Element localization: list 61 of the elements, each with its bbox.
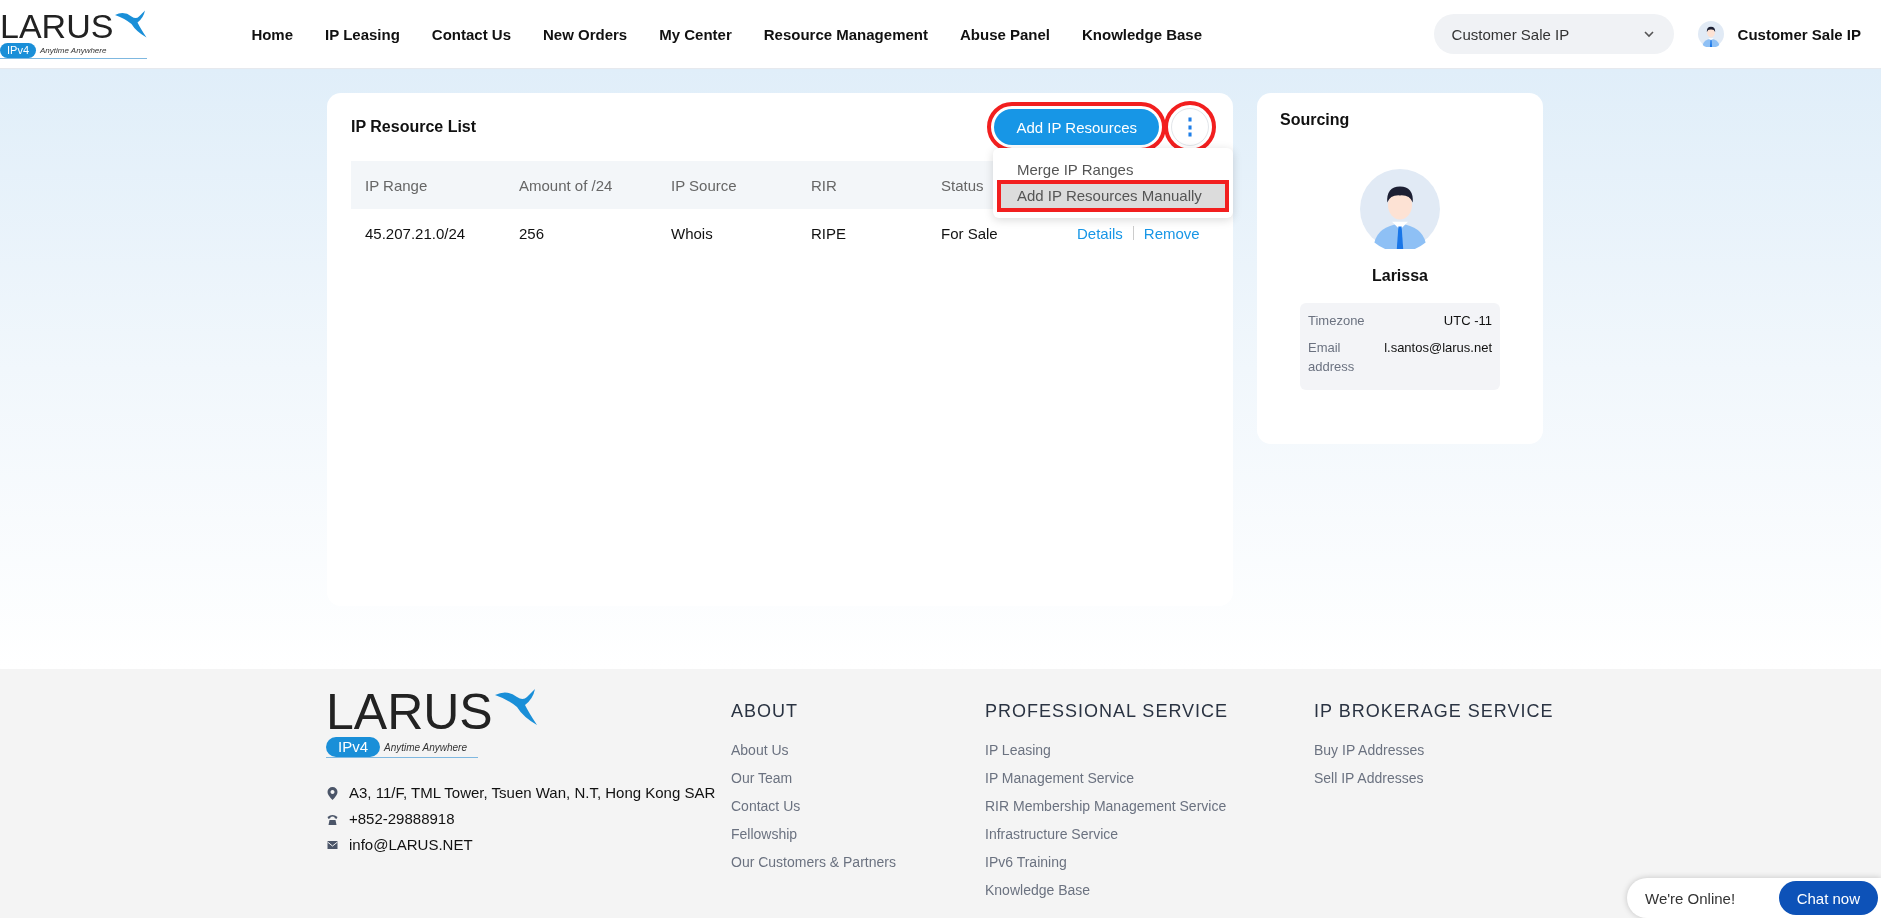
footer-heading: ABOUT [731,701,799,722]
footer-link[interactable]: About Us [731,742,985,759]
footer-link[interactable]: IPv6 Training [985,854,1314,871]
nav-link[interactable]: New Orders [543,25,628,43]
column-header: Status [941,176,985,194]
nav-link[interactable]: Contact Us [431,25,511,43]
table-cell-text: 256 [519,224,546,242]
footer-link[interactable]: RIR Membership Management Service [985,798,1314,815]
logo-badge: IPv4 [0,43,36,58]
bird-icon [113,9,148,39]
column-header: RIR [811,176,838,194]
footer-link[interactable]: Knowledge Base [985,882,1314,899]
footer-link[interactable]: Buy IP Addresses [1314,742,1614,759]
column-header: Amount of /24 [519,176,614,194]
user-name[interactable]: Customer Sale IP [1737,25,1861,43]
footer-heading: IP BROKERAGE SERVICE [1314,701,1555,722]
footer-link[interactable]: Contact Us [731,798,985,815]
row-action-link[interactable]: Details [1077,224,1123,242]
table-cell-text: Whois [671,224,714,242]
row-action-link[interactable]: Remove [1143,224,1200,242]
footer-link[interactable]: IP Leasing [985,742,1314,759]
contact-text: +852-29888918 [349,810,455,827]
nav-link[interactable]: Abuse Panel [959,25,1050,43]
footer-link[interactable]: Our Team [731,770,985,787]
chat-status: We're Online! [1645,889,1736,907]
nav-link[interactable]: IP Leasing [325,25,400,43]
location-pin-icon [326,785,339,800]
card-title: Sourcing [1280,111,1350,129]
card-title: IP Resource List [351,118,477,136]
column-header: IP Range [365,176,429,194]
avatar-icon [1360,169,1440,249]
nav-link[interactable]: Resource Management [763,25,928,43]
nav-link[interactable]: My Center [659,25,732,43]
logo-wordmark: LARUS [326,687,493,737]
footer-link[interactable]: Fellowship [731,826,985,843]
contact-text: info@LARUS.NET [349,836,473,853]
table-cell-text: 45.207.21.0/24 [365,224,467,242]
logo-tagline: Anytime Anywhere [40,46,107,55]
footer-link[interactable]: Our Customers & Partners [731,854,985,871]
column-header: IP Source [671,176,738,194]
field-label: Email address [1308,339,1356,376]
person-name: Larissa [1371,267,1428,285]
nav-link[interactable]: Knowledge Base [1082,25,1203,43]
contact-text: A3, 11/F, TML Tower, Tsuen Wan, N.T, Hong Kong SAR [349,784,716,801]
field-label: Timezone [1308,312,1366,330]
footer-heading: PROFESSIONAL SERVICE [985,701,1230,722]
nav-link[interactable]: Home [251,25,294,43]
logo-wordmark: LARUS [0,9,114,43]
table-cell-text: For Sale [941,224,999,242]
logo-badge: IPv4 [326,737,380,757]
field-value: l.santos@larus.net [1384,339,1492,357]
footer-link[interactable]: IP Management Service [985,770,1314,787]
account-select[interactable]: Customer Sale IP [1433,14,1674,54]
field-value: UTC -11 [1443,312,1492,330]
avatar-icon [1697,21,1724,47]
menu-item[interactable]: Merge IP Ranges [1001,158,1225,182]
chat-button[interactable]: Chat now [1778,881,1878,915]
logo-tagline: Anytime Anywhere [384,741,467,753]
table-cell-text: RIPE [811,224,847,242]
footer-link[interactable]: Sell IP Addresses [1314,770,1614,787]
footer-link[interactable]: Infrastructure Service [985,826,1314,843]
